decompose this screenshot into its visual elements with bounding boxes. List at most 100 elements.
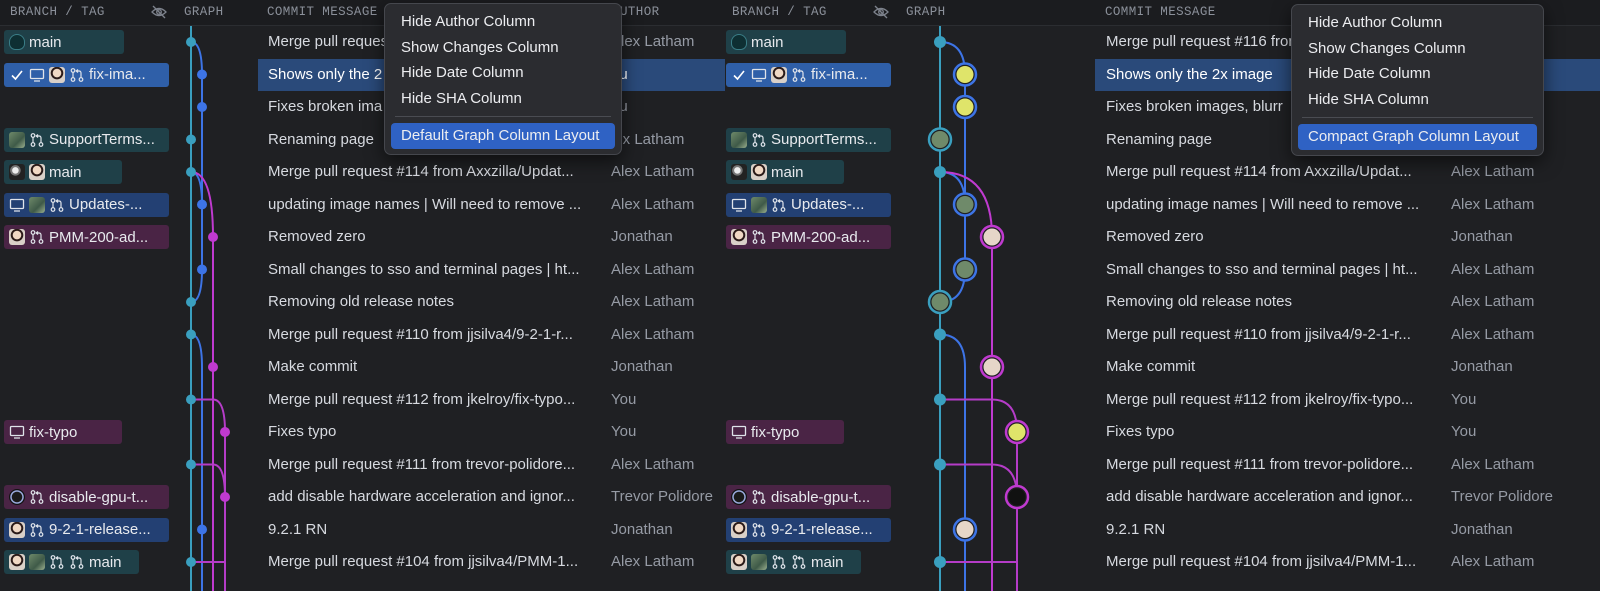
show-changes-column-item[interactable]: Show Changes Column (391, 35, 615, 61)
commit-message: Merge pull request #104 from jjsilva4/PM… (1106, 553, 1417, 570)
commit-message: updating image names | Will need to remo… (268, 195, 582, 213)
hide-eye-icon[interactable] (872, 4, 890, 20)
commit-row[interactable]: Small changes to sso and terminal pages … (0, 254, 725, 287)
commit-row[interactable]: Updates-... updating image names | Will n… (0, 189, 725, 222)
commit-author: Alex Latham (611, 33, 695, 50)
commit-message: Merge pull request #111 from trevor-poli… (1106, 455, 1414, 473)
commit-row[interactable]: main Merge pull request #104 from jjsilva… (0, 546, 725, 579)
commit-row[interactable]: Merge pull request #110 from jjsilva4/9-… (725, 319, 1600, 352)
commit-row[interactable]: Removing old release notes Alex Latham (0, 286, 725, 319)
commit-row[interactable]: Updates-... updating image names | Will n… (725, 189, 1600, 222)
commit-row[interactable]: main Merge pull request #114 from Axxzill… (0, 156, 725, 189)
branch-ref-badge[interactable]: disable-gpu-t... (726, 485, 891, 509)
commit-author: Alex Latham (611, 325, 695, 343)
commit-row[interactable]: 9-2-1-release... 9.2.1 RN Jonathan (0, 514, 725, 547)
branch-ref-badge[interactable]: 9-2-1-release... (4, 517, 169, 542)
branch-ref-badge[interactable]: SupportTerms... (726, 127, 891, 152)
commit-author: Alex Latham (1451, 553, 1535, 570)
commit-author: Alex Latham (1451, 455, 1535, 473)
pull-request-icon (69, 67, 85, 83)
compact-graph-layout-item[interactable]: Compact Graph Column Layout (1298, 124, 1537, 150)
branch-ref-badge[interactable]: main (726, 160, 844, 184)
commit-row[interactable]: Make commit Jonathan (0, 351, 725, 384)
commit-row[interactable]: Merge pull request #111 from trevor-poli… (0, 449, 725, 482)
hide-date-column-item[interactable]: Hide Date Column (1298, 61, 1537, 87)
avatar (9, 554, 25, 570)
branch-tag-header[interactable]: BRANCH / TAG (732, 5, 827, 19)
author-header[interactable]: UTHOR (620, 5, 660, 19)
branch-ref-label: disable-gpu-t... (771, 488, 871, 506)
branch-ref-badge[interactable]: fix-ima... (726, 62, 891, 87)
branch-ref-badge[interactable]: main (4, 550, 139, 574)
hide-author-column-item[interactable]: Hide Author Column (391, 9, 615, 35)
avatar (751, 196, 767, 213)
commit-message: Merge pull request #111 from trevor-poli… (268, 455, 576, 473)
commit-row[interactable]: Merge pull request #110 from jjsilva4/9-… (0, 319, 725, 352)
commit-row[interactable]: fix-typo Fixes typo You (725, 416, 1600, 449)
commit-row[interactable]: disable-gpu-t... add disable hardware acc… (725, 481, 1600, 514)
hide-date-column-item[interactable]: Hide Date Column (391, 60, 615, 86)
commit-row[interactable]: disable-gpu-t... add disable hardware acc… (0, 481, 725, 514)
pull-request-icon (771, 554, 787, 570)
branch-ref-badge[interactable]: main (4, 30, 124, 54)
hide-author-column-item[interactable]: Hide Author Column (1298, 10, 1537, 36)
default-graph-layout-item[interactable]: Default Graph Column Layout (391, 123, 615, 149)
branch-ref-badge[interactable]: SupportTerms... (4, 127, 169, 152)
branch-ref-badge[interactable]: main (726, 550, 861, 574)
branch-ref-badge[interactable]: 9-2-1-release... (726, 517, 891, 542)
branch-ref-badge[interactable]: Updates-... (726, 192, 891, 217)
branch-ref-label: fix-typo (751, 423, 800, 441)
commit-row[interactable]: Merge pull request #112 from jkelroy/fix… (0, 384, 725, 417)
commit-author: Alex Latham (611, 455, 695, 473)
avatar (9, 521, 25, 538)
hide-eye-icon[interactable] (150, 4, 168, 20)
hide-sha-column-item[interactable]: Hide SHA Column (391, 86, 615, 112)
commit-row[interactable]: 9-2-1-release... 9.2.1 RN Jonathan (725, 514, 1600, 547)
monitor-icon (751, 67, 767, 83)
commit-message: Merge pull request #112 from jkelroy/fix… (268, 390, 576, 408)
commit-message: Merge pull request #110 from jjsilva4/9-… (1106, 325, 1411, 343)
commit-message-header[interactable]: COMMIT MESSAGE (267, 5, 378, 19)
branch-ref-badge[interactable]: fix-typo (726, 420, 844, 444)
branch-ref-badge[interactable]: Updates-... (4, 192, 169, 217)
commit-row[interactable]: main Merge pull request #114 from Axxzill… (725, 156, 1600, 189)
commit-row[interactable]: main Merge pull request #104 from jjsilva… (725, 546, 1600, 579)
branch-ref-label: PMM-200-ad... (49, 228, 149, 246)
graph-header[interactable]: GRAPH (184, 5, 224, 19)
hide-sha-column-item[interactable]: Hide SHA Column (1298, 87, 1537, 113)
menu-separator (1302, 117, 1533, 118)
pull-request-icon (29, 522, 45, 538)
branch-ref-badge[interactable]: PMM-200-ad... (4, 225, 169, 249)
pull-request-icon (49, 554, 65, 570)
show-changes-column-item[interactable]: Show Changes Column (1298, 36, 1537, 62)
branch-ref-badge[interactable]: PMM-200-ad... (726, 225, 891, 249)
branch-tag-header[interactable]: BRANCH / TAG (10, 5, 105, 19)
pull-request-icon (791, 67, 807, 83)
commit-message: Make commit (1106, 358, 1196, 375)
commit-row[interactable]: PMM-200-ad... Removed zero Jonathan (725, 221, 1600, 254)
commit-row[interactable]: Merge pull request #111 from trevor-poli… (725, 449, 1600, 482)
avatar (751, 554, 767, 570)
menu-separator (395, 116, 611, 117)
commit-author: You (1451, 423, 1477, 440)
avatar (29, 554, 45, 570)
commit-message: Small changes to sso and terminal pages … (268, 260, 580, 278)
graph-header[interactable]: GRAPH (906, 5, 946, 19)
branch-ref-badge[interactable]: fix-ima... (4, 62, 169, 87)
commit-author: Alex Latham (611, 553, 695, 570)
pull-request-icon (29, 489, 45, 505)
branch-ref-badge[interactable]: disable-gpu-t... (4, 485, 169, 509)
branch-ref-label: main (751, 33, 784, 51)
branch-ref-badge[interactable]: main (726, 30, 846, 54)
commit-message: Make commit (268, 358, 358, 375)
commit-row[interactable]: PMM-200-ad... Removed zero Jonathan (0, 221, 725, 254)
commit-row[interactable]: Merge pull request #112 from jkelroy/fix… (725, 384, 1600, 417)
branch-ref-label: SupportTerms... (771, 131, 877, 148)
commit-row[interactable]: Make commit Jonathan (725, 351, 1600, 384)
commit-row[interactable]: Removing old release notes Alex Latham (725, 286, 1600, 319)
commit-row[interactable]: fix-typo Fixes typo You (0, 416, 725, 449)
commit-row[interactable]: Small changes to sso and terminal pages … (725, 254, 1600, 287)
commit-message-header[interactable]: COMMIT MESSAGE (1105, 5, 1216, 19)
branch-ref-badge[interactable]: main (4, 160, 122, 184)
branch-ref-badge[interactable]: fix-typo (4, 420, 122, 444)
